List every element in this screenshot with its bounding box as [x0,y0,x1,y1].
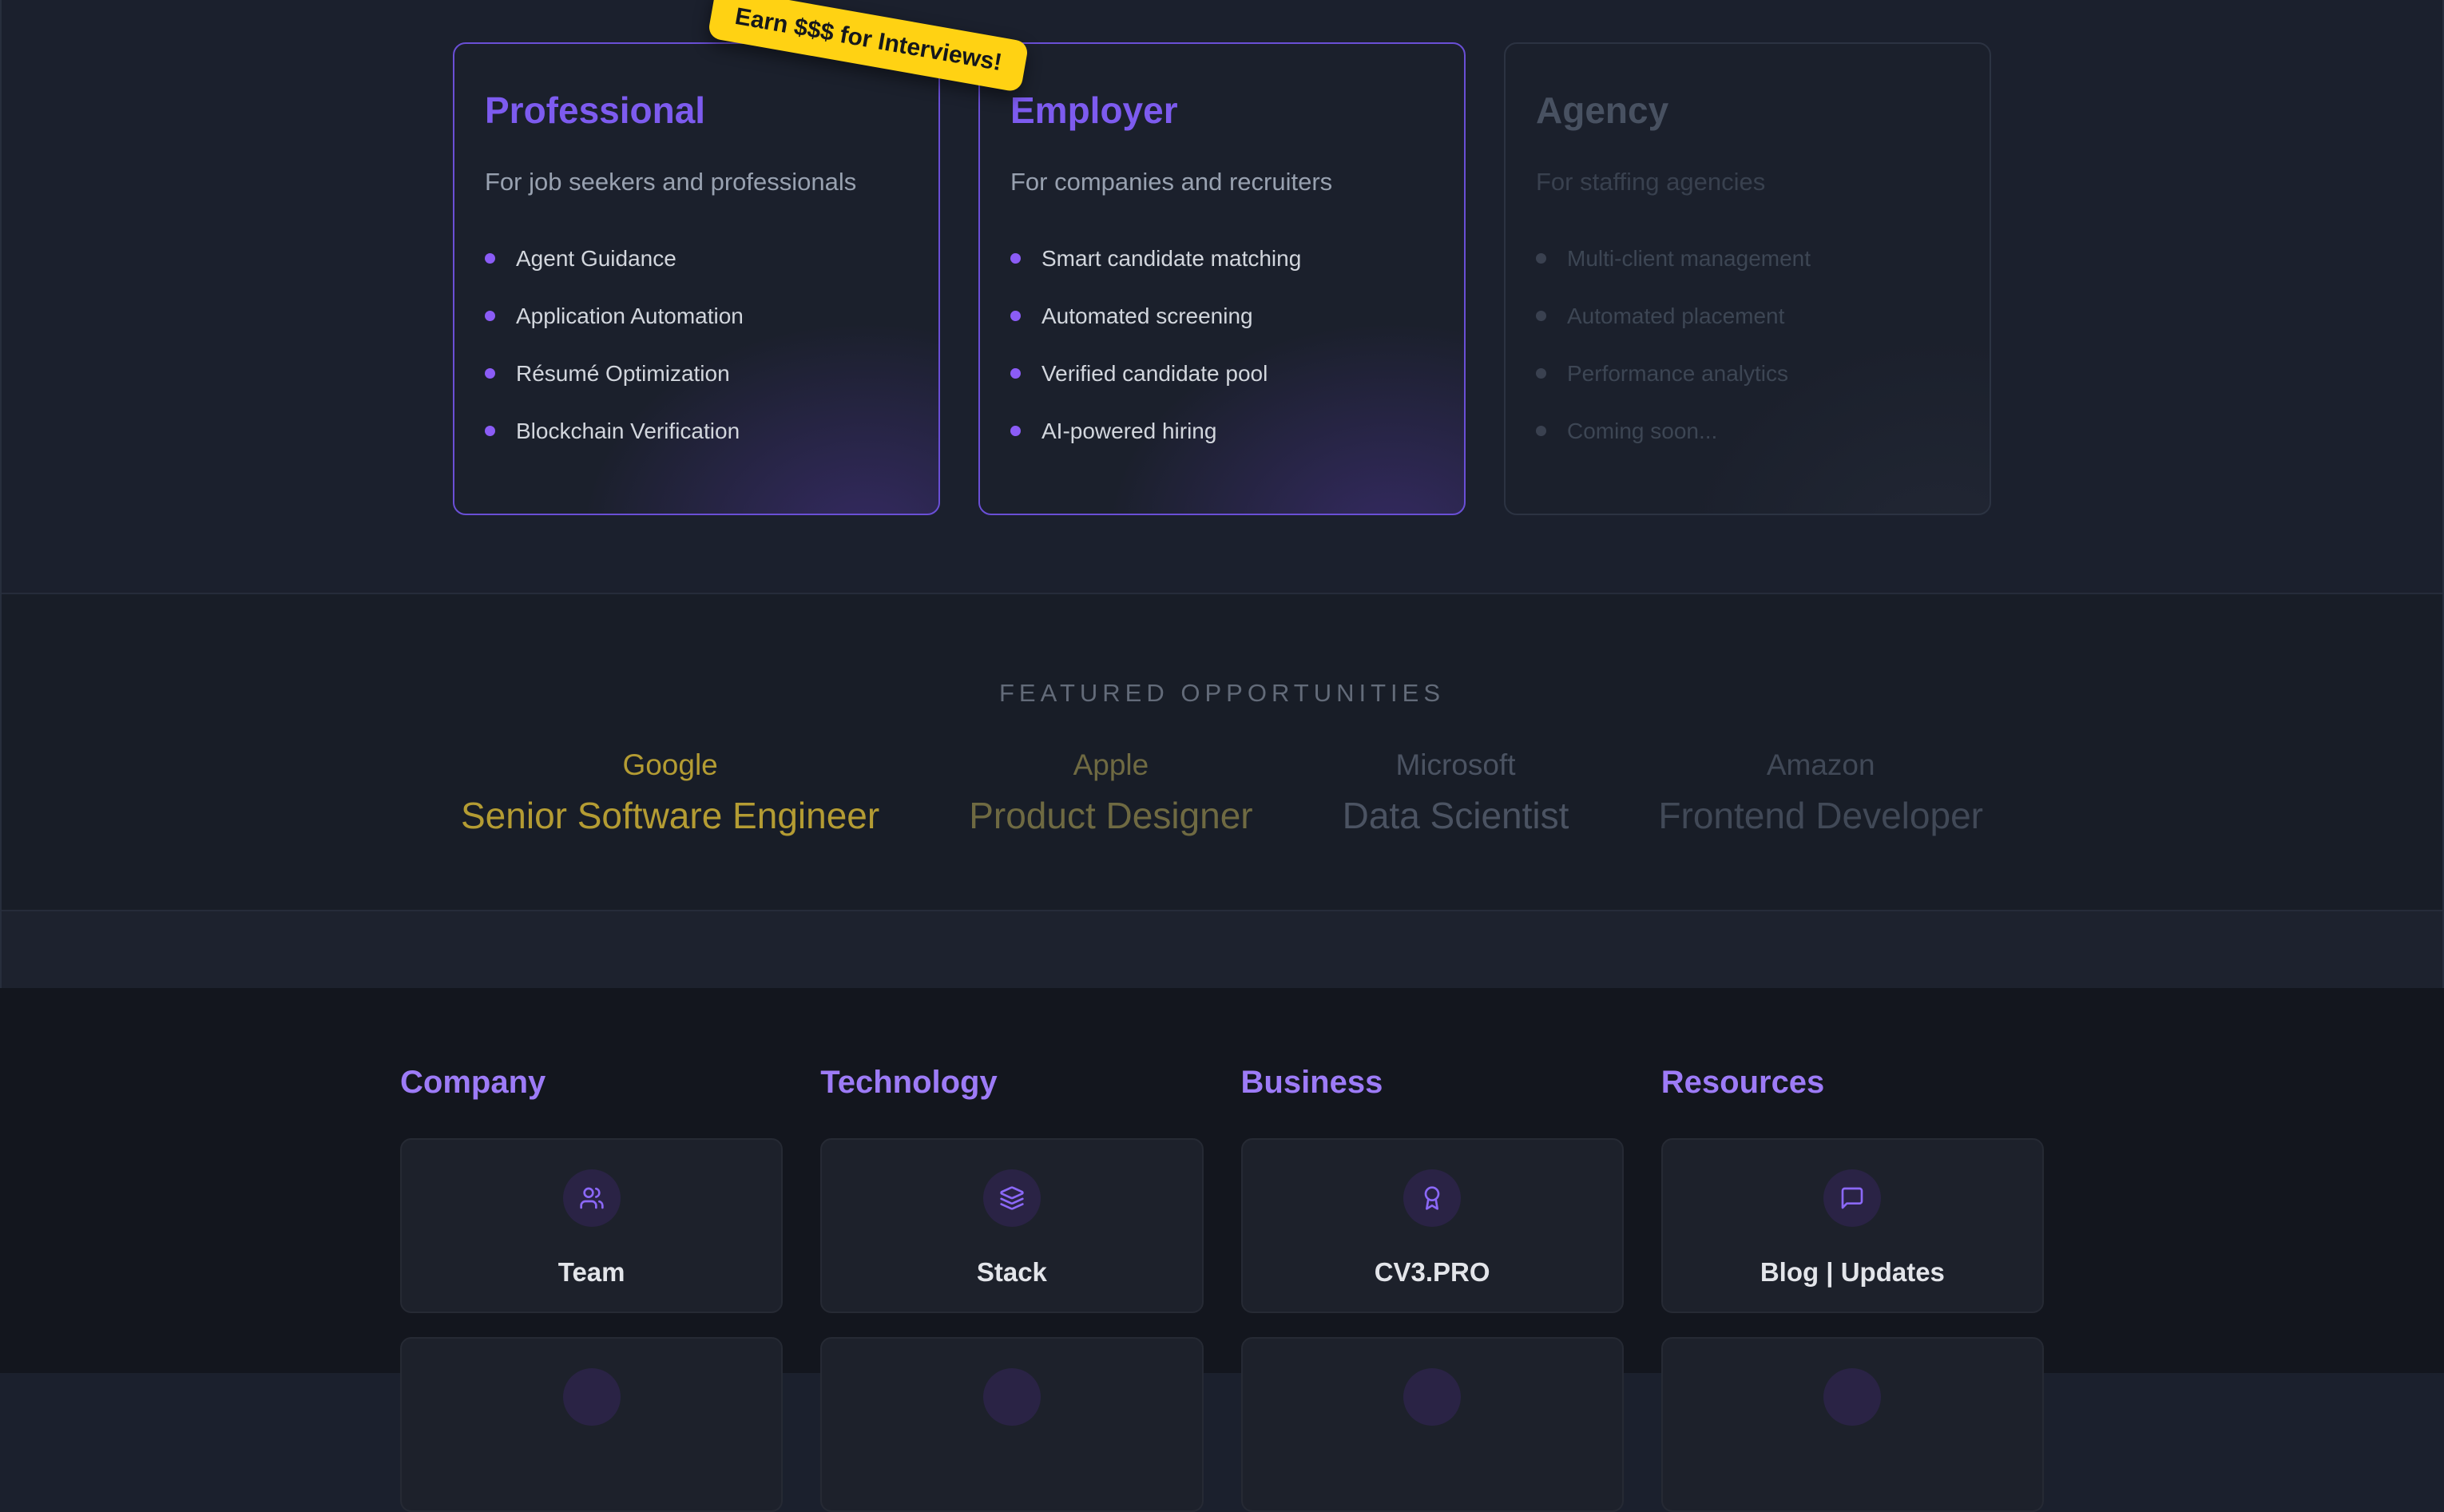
plan-feature-label: Verified candidate pool [1041,363,1268,385]
footer-card-stack[interactable]: Stack [820,1138,1203,1313]
footer: Company Team Technology Stack [0,988,2444,1373]
plan-feature: Blockchain Verification [485,420,908,442]
plan-feature: Performance analytics [1536,363,1959,385]
footer-card-icon [563,1368,621,1426]
footer-column-heading: Business [1241,1065,1624,1100]
bullet-dot-icon [1536,368,1546,379]
footer-card-partial[interactable] [400,1337,783,1512]
plan-feature-list: Smart candidate matching Automated scree… [1010,248,1434,442]
plan-feature: Verified candidate pool [1010,363,1434,385]
plan-feature: Multi-client management [1536,248,1959,270]
footer-card-label: Team [558,1259,625,1285]
featured-item-google[interactable]: Google Senior Software Engineer [461,750,879,834]
footer-column-resources: Resources Blog | Updates [1661,1065,2044,1512]
footer-card-icon [1403,1368,1461,1426]
footer-card-label: CV3.PRO [1375,1259,1490,1285]
featured-role: Data Scientist [1343,797,1569,834]
plan-feature-label: Automated screening [1041,305,1253,327]
plan-feature: Application Automation [485,305,908,327]
plan-card-employer[interactable]: Employer For companies and recruiters Sm… [978,42,1466,515]
featured-item-apple[interactable]: Apple Product Designer [969,750,1252,834]
featured-role: Product Designer [969,797,1252,834]
plan-title: Agency [1536,90,1959,131]
plan-feature-label: Résumé Optimization [516,363,730,385]
users-icon [563,1169,621,1227]
plan-subtitle: For staffing agencies [1536,166,1959,198]
footer-column-company: Company Team [400,1065,783,1512]
featured-company: Apple [969,750,1252,780]
featured-item-microsoft[interactable]: Microsoft Data Scientist [1343,750,1569,834]
bullet-dot-icon [485,426,495,436]
featured-item-amazon[interactable]: Amazon Frontend Developer [1658,750,1983,834]
footer-card-icon [1823,1368,1881,1426]
footer-column-heading: Resources [1661,1065,2044,1100]
plan-feature-list: Multi-client management Automated placem… [1536,248,1959,442]
plan-feature-label: Agent Guidance [516,248,676,270]
plan-title: Employer [1010,90,1434,131]
layers-icon [983,1169,1041,1227]
plan-feature-label: Application Automation [516,305,744,327]
footer-card-label: Stack [977,1259,1047,1285]
plan-feature: Agent Guidance [485,248,908,270]
featured-company: Microsoft [1343,750,1569,780]
footer-column-technology: Technology Stack [820,1065,1203,1512]
plan-title: Professional [485,90,908,131]
plan-card-agency[interactable]: Agency For staffing agencies Multi-clien… [1504,42,1991,515]
plan-card-professional[interactable]: Professional For job seekers and profess… [453,42,940,515]
featured-opportunities-section: FEATURED OPPORTUNITIES Google Senior Sof… [2,594,2442,911]
bullet-dot-icon [1010,426,1021,436]
footer-column-business: Business CV3.PRO [1241,1065,1624,1512]
footer-card-cv3pro[interactable]: CV3.PRO [1241,1138,1624,1313]
featured-row: Google Senior Software Engineer Apple Pr… [461,750,1983,834]
bullet-dot-icon [1536,426,1546,436]
plan-feature-label: Performance analytics [1567,363,1788,385]
bullet-dot-icon [1536,253,1546,264]
section-spacer [2,911,2442,988]
plan-feature-list: Agent Guidance Application Automation Ré… [485,248,908,442]
plans-row: Professional For job seekers and profess… [2,0,2442,515]
plan-subtitle: For companies and recruiters [1010,166,1434,198]
featured-company: Amazon [1658,750,1983,780]
plan-feature: AI-powered hiring [1010,420,1434,442]
plan-feature: Coming soon... [1536,420,1959,442]
plan-feature-label: Smart candidate matching [1041,248,1301,270]
footer-card-blog[interactable]: Blog | Updates [1661,1138,2044,1313]
plan-feature-label: Coming soon... [1567,420,1717,442]
footer-card-partial[interactable] [1661,1337,2044,1512]
featured-role: Senior Software Engineer [461,797,879,834]
bullet-dot-icon [485,311,495,321]
featured-role: Frontend Developer [1658,797,1983,834]
bullet-dot-icon [1010,253,1021,264]
featured-company: Google [461,750,879,780]
plan-feature-label: Automated placement [1567,305,1784,327]
plan-feature-label: Multi-client management [1567,248,1811,270]
plan-subtitle: For job seekers and professionals [485,166,908,198]
featured-heading: FEATURED OPPORTUNITIES [999,681,1445,705]
plan-feature: Automated placement [1536,305,1959,327]
plan-feature-label: AI-powered hiring [1041,420,1216,442]
bullet-dot-icon [485,368,495,379]
bullet-dot-icon [1010,368,1021,379]
footer-card-team[interactable]: Team [400,1138,783,1313]
award-icon [1403,1169,1461,1227]
plan-feature: Smart candidate matching [1010,248,1434,270]
message-square-icon [1823,1169,1881,1227]
bullet-dot-icon [1536,311,1546,321]
footer-column-heading: Technology [820,1065,1203,1100]
footer-card-partial[interactable] [820,1337,1203,1512]
footer-card-label: Blog | Updates [1760,1259,1945,1285]
footer-card-icon [983,1368,1041,1426]
footer-column-heading: Company [400,1065,783,1100]
footer-card-partial[interactable] [1241,1337,1624,1512]
pricing-plans-section: Earn $$$ for Interviews! Professional Fo… [2,0,2442,594]
bullet-dot-icon [485,253,495,264]
bullet-dot-icon [1010,311,1021,321]
plan-feature: Automated screening [1010,305,1434,327]
plan-feature-label: Blockchain Verification [516,420,740,442]
plan-feature: Résumé Optimization [485,363,908,385]
